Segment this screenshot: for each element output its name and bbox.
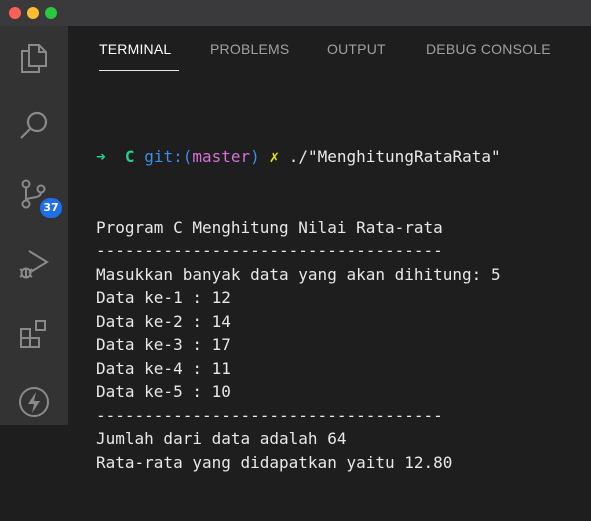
terminal-line: Jumlah dari data adalah 64	[96, 429, 347, 448]
panel-tabs: TERMINAL PROBLEMS OUTPUT DEBUG CONSOLE	[68, 26, 591, 76]
terminal-line: Data ke-3 : 17	[96, 335, 231, 354]
tab-problems[interactable]: PROBLEMS	[210, 41, 289, 57]
search-icon	[20, 111, 48, 139]
terminal-output[interactable]: ➜ C git:(master) ✗ ./"MenghitungRataRata…	[96, 98, 586, 521]
minimize-window-button[interactable]	[27, 7, 39, 19]
terminal-line: Data ke-2 : 14	[96, 311, 231, 331]
maximize-window-button[interactable]	[45, 7, 57, 19]
source-control-badge: 37	[40, 198, 62, 218]
terminal-lines: Program C Menghitung Nilai Rata-rata ----…	[96, 216, 586, 475]
prompt-dirty-mark: ✗	[269, 147, 280, 166]
terminal-prompt-line: ➜ C git:(master) ✗ ./"MenghitungRataRata…	[96, 145, 586, 169]
activity-explorer[interactable]	[10, 34, 58, 82]
tab-debug-console[interactable]: DEBUG CONSOLE	[426, 41, 551, 57]
active-tab-indicator	[99, 70, 179, 71]
lightning-icon	[19, 387, 49, 417]
activity-search[interactable]	[10, 102, 58, 150]
prompt-git-prefix: git:(	[144, 147, 193, 166]
activity-run-debug[interactable]	[10, 240, 58, 288]
activity-source-control[interactable]: 37	[10, 170, 62, 218]
terminal-line: Program C Menghitung Nilai Rata-rata	[96, 217, 443, 237]
prompt-branch: master	[192, 147, 251, 166]
tab-output[interactable]: OUTPUT	[327, 41, 386, 57]
window-titlebar	[0, 0, 591, 26]
activity-lightning[interactable]	[10, 378, 58, 426]
terminal-line: ------------------------------------	[96, 405, 443, 425]
terminal-line: Data ke-4 : 11	[96, 358, 231, 378]
terminal-line: Data ke-1 : 12	[96, 288, 231, 307]
terminal-line: Rata-rata yang didapatkan yaitu 12.80	[96, 452, 453, 472]
terminal-line: Data ke-5 : 10	[96, 382, 231, 401]
explorer-icon	[21, 44, 47, 73]
prompt-git-suffix: )	[250, 147, 260, 166]
bottom-panel: TERMINAL PROBLEMS OUTPUT DEBUG CONSOLE ➜…	[68, 26, 591, 472]
prompt-command: ./"MenghitungRataRata"	[288, 147, 501, 166]
terminal-line: Masukkan banyak data yang akan dihitung:…	[96, 264, 501, 284]
terminal-line: ------------------------------------	[96, 241, 443, 260]
close-window-button[interactable]	[9, 7, 21, 19]
activity-bar: 37	[0, 26, 68, 425]
run-debug-icon	[19, 250, 49, 279]
extensions-icon	[20, 320, 46, 348]
prompt-arrow: ➜	[96, 147, 106, 166]
prompt-directory: C	[124, 147, 135, 166]
activity-extensions[interactable]	[10, 310, 58, 358]
tab-terminal[interactable]: TERMINAL	[99, 41, 171, 57]
